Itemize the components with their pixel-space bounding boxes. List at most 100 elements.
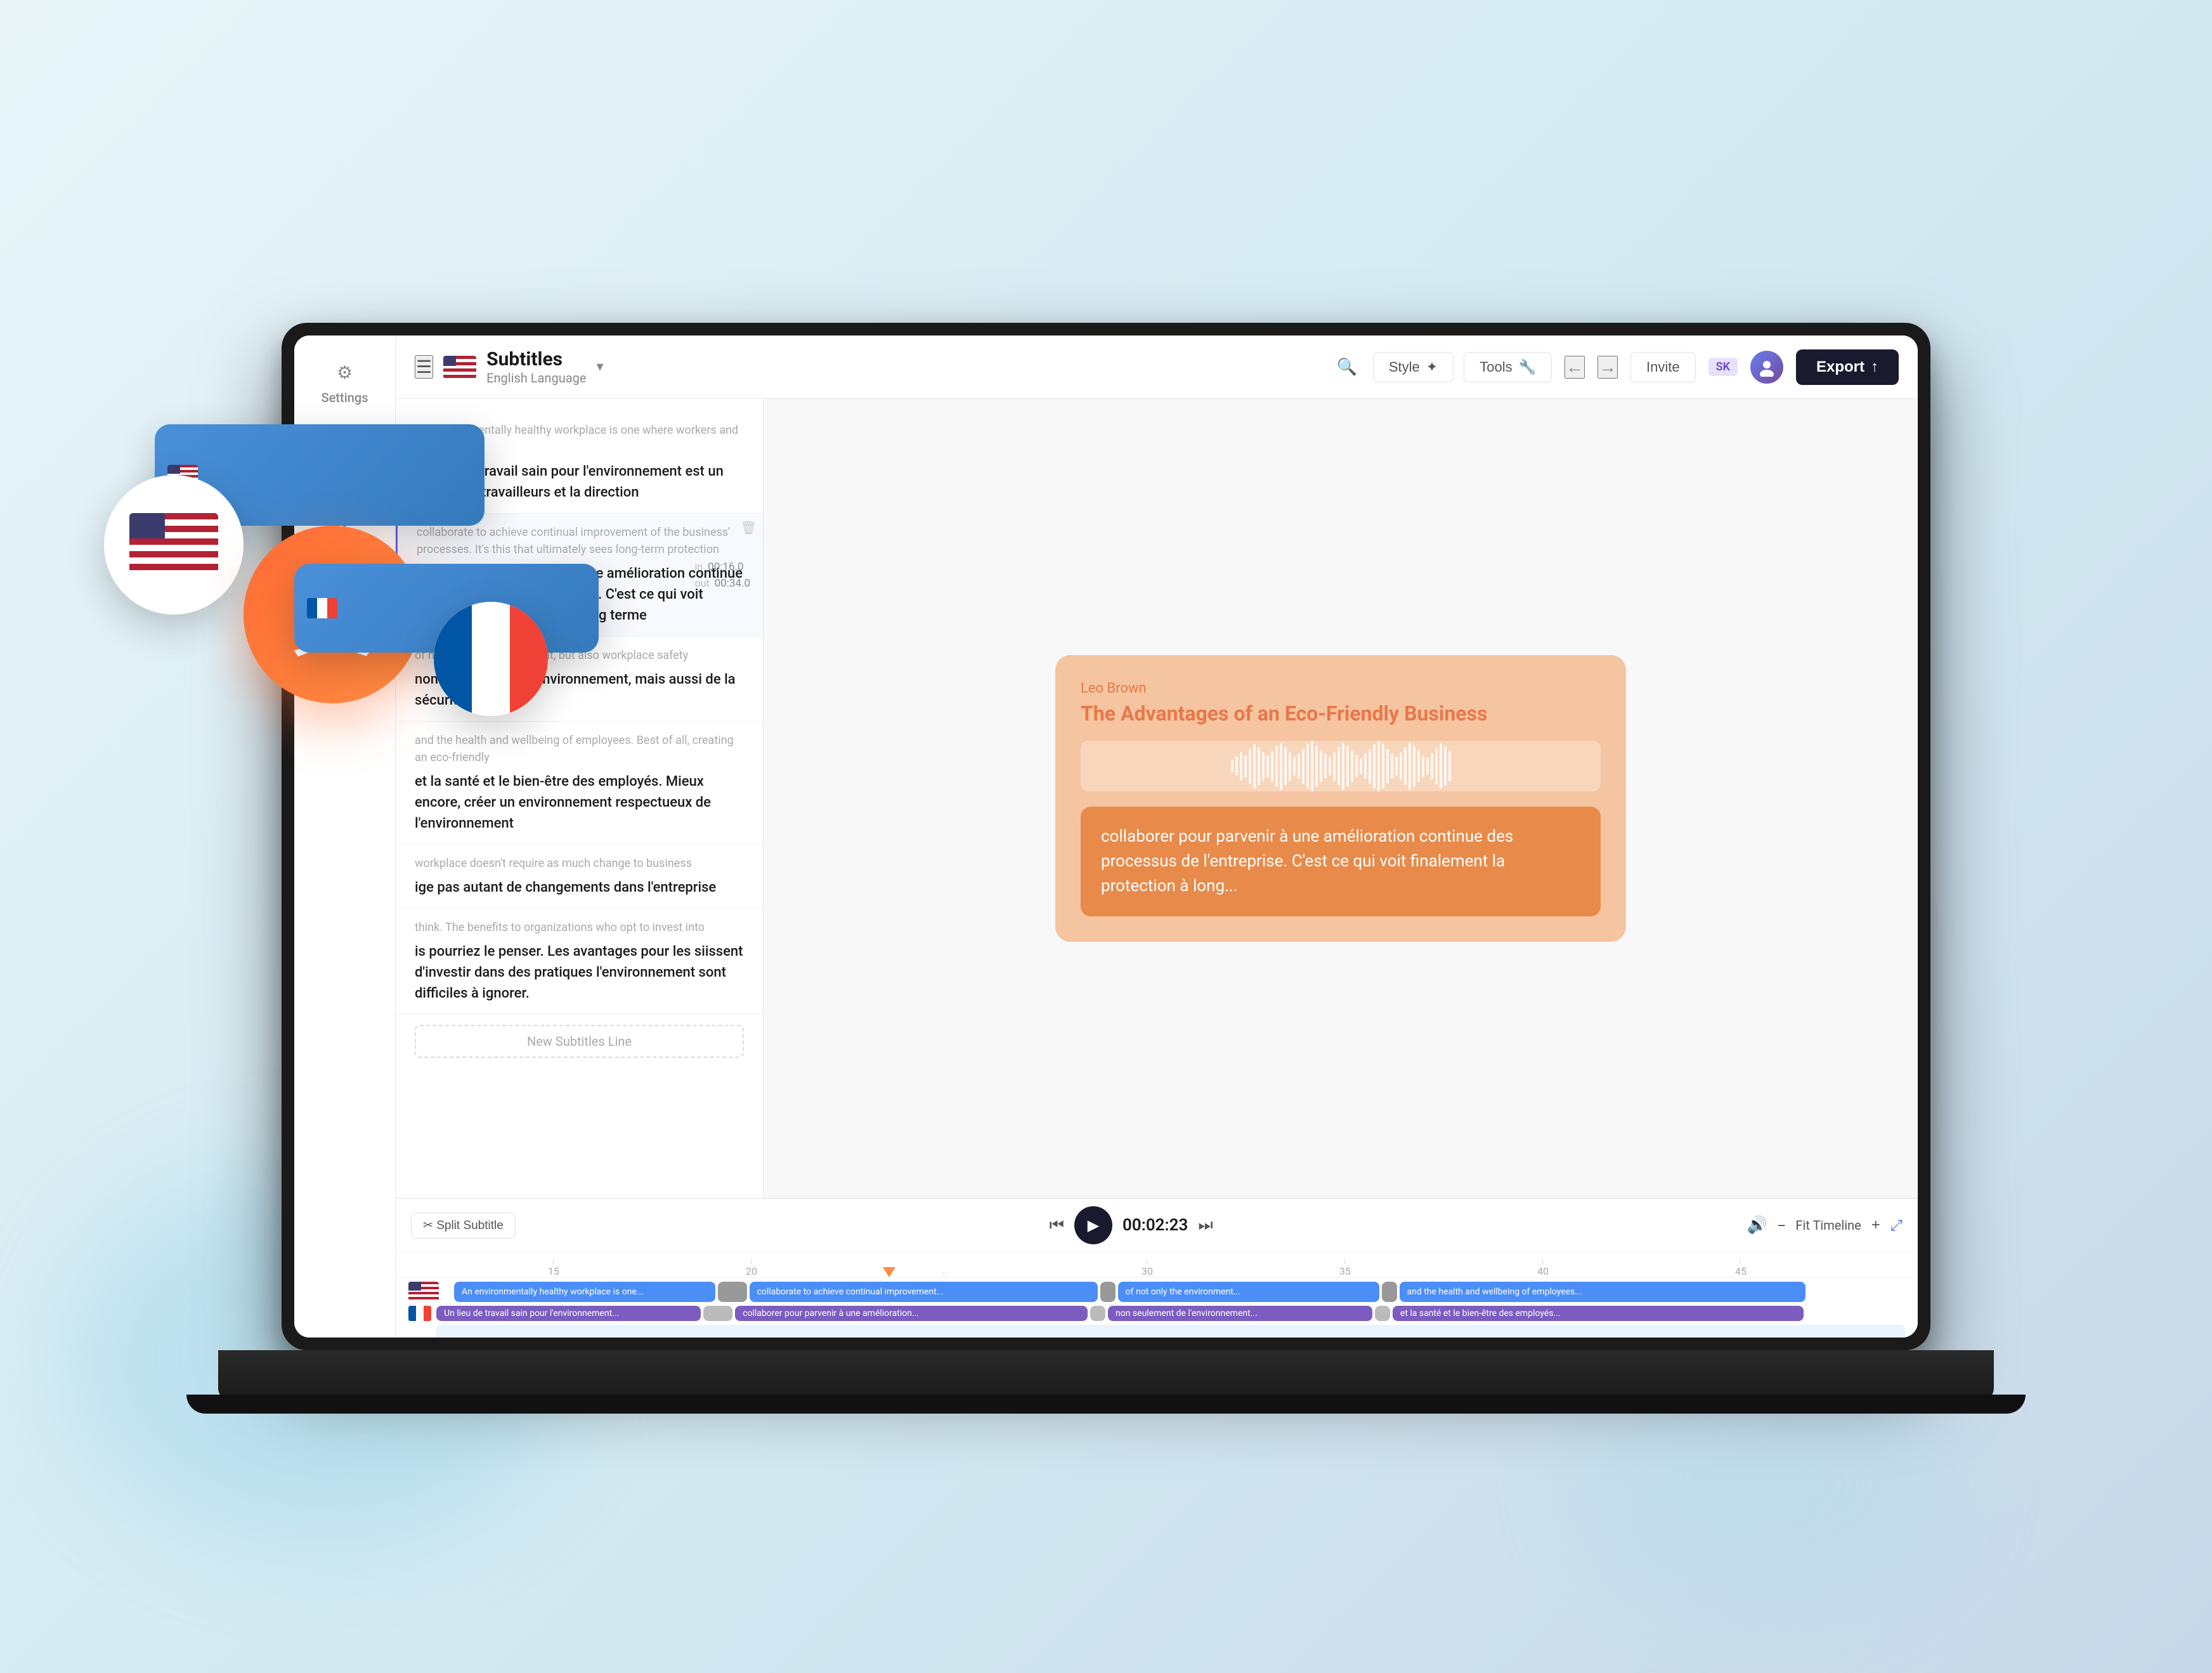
language-flag	[443, 356, 476, 379]
subtitle-original-4: and the health and wellbeing of employee…	[415, 732, 744, 766]
ruler-marker-20: 20	[746, 1259, 757, 1277]
subtitle-text-display: collaborer pour parvenir à une améliorat…	[1081, 807, 1601, 916]
audio-author: Leo Brown	[1081, 680, 1601, 696]
app-subtitle: English Language	[486, 370, 586, 386]
chip-text-en-4: and the health and wellbeing of employee…	[1407, 1287, 1582, 1297]
main-content: ☰ Subtitles English Language ▾ 🔍 Style	[396, 335, 1918, 1338]
waveform: // Generate waveform bars inline const h…	[1081, 741, 1601, 791]
flag-bubble-fr	[434, 602, 548, 716]
chip-text-fr-4: et la santé et le bien-être des employés…	[1400, 1308, 1561, 1318]
laptop-base-bottom	[186, 1395, 2026, 1414]
subtitle-text-content: collaborer pour parvenir à une améliorat…	[1101, 827, 1513, 895]
skip-back-button[interactable]: ⏮	[1050, 1215, 1064, 1235]
wave-card-waveform: const wh2 = [8,12,18,24,20,16,12,8,10,16…	[208, 456, 462, 494]
app-title: Subtitles	[486, 348, 586, 370]
track-chip-fr-3[interactable]: non seulement de l'environnement...	[1108, 1306, 1372, 1321]
chip-text-en-3: of not only the environment...	[1126, 1287, 1240, 1297]
subtitle-original-5: workplace doesn't require as much change…	[415, 855, 744, 872]
menu-button[interactable]: ☰	[415, 355, 433, 379]
audio-title: The Advantages of an Eco-Friendly Busine…	[1081, 701, 1601, 726]
header-left: ☰ Subtitles English Language ▾ 🔍 Style	[415, 348, 1552, 386]
style-button[interactable]: Style ✦	[1373, 352, 1454, 382]
title-dropdown-icon[interactable]: ▾	[596, 359, 603, 375]
track-chip-fr-2[interactable]: collaborer pour parvenir à une améliorat…	[735, 1306, 1088, 1321]
track-chip-fr-1[interactable]: Un lieu de travail sain pour l'environne…	[436, 1306, 701, 1321]
subtitle-translated-4: et la santé et le bien-être des employés…	[415, 771, 744, 834]
export-button[interactable]: Export ↑	[1796, 349, 1899, 385]
play-button[interactable]: ▶	[1074, 1206, 1112, 1244]
style-icon: ✦	[1426, 359, 1438, 375]
ruler-marker-15: 15	[548, 1259, 559, 1277]
chip-text-fr-3: non seulement de l'environnement...	[1116, 1308, 1258, 1318]
track-chip-fr-4[interactable]: et la santé et le bien-être des employés…	[1393, 1306, 1804, 1321]
ruler-marker-40: 40	[1537, 1259, 1549, 1277]
ruler-marker-35: 35	[1339, 1259, 1351, 1277]
expand-icon[interactable]: ⤢	[1890, 1216, 1903, 1234]
tools-button[interactable]: Tools 🔧	[1464, 352, 1552, 382]
right-panel: Leo Brown The Advantages of an Eco-Frien…	[764, 399, 1918, 1198]
volume-icon[interactable]: 🔊	[1747, 1216, 1767, 1235]
waveform-container: // Generate waveform bars inline const h…	[1081, 741, 1601, 791]
subtitle-original-6: think. The benefits to organizations who…	[415, 919, 744, 936]
invite-button[interactable]: Invite	[1630, 352, 1696, 382]
ruler-marker-45: 45	[1735, 1259, 1747, 1277]
tools-label: Tools	[1480, 359, 1512, 375]
user-badge: SK	[1708, 358, 1738, 376]
time-in: 00:16.0	[708, 561, 743, 573]
chip-text-fr-1: Un lieu de travail sain pour l'environne…	[444, 1308, 619, 1318]
nav-forward-button[interactable]: →	[1597, 356, 1618, 379]
track-flag-english	[408, 1282, 439, 1302]
delete-icon[interactable]: 🗑	[741, 520, 757, 535]
timeline-controls: ✂ Split Subtitle ⏮ ▶ 00:02:23 ⏭ 🔊	[396, 1199, 1918, 1253]
header-title-group: Subtitles English Language	[486, 348, 586, 386]
timeline-section: ✂ Split Subtitle ⏮ ▶ 00:02:23 ⏭ 🔊	[396, 1198, 1918, 1338]
chip-text-en-2: collaborate to achieve continual improve…	[757, 1287, 944, 1297]
track-chip-en-2[interactable]: collaborate to achieve continual improve…	[750, 1282, 1098, 1302]
ruler-marker-30: 30	[1142, 1259, 1153, 1277]
timeline-tracks: An environmentally healthy workplace is …	[396, 1278, 1918, 1338]
sidebar-label-settings: Settings	[321, 390, 368, 405]
track-row-french: Un lieu de travail sain pour l'environne…	[408, 1306, 1905, 1321]
track-content-french: Un lieu de travail sain pour l'environne…	[436, 1306, 1905, 1321]
export-icon: ↑	[1871, 358, 1878, 376]
avatar	[1750, 351, 1783, 384]
track-content-english: An environmentally healthy workplace is …	[454, 1282, 1905, 1302]
zoom-in-button[interactable]: +	[1871, 1216, 1880, 1234]
chip-text-en-1: An environmentally healthy workplace is …	[462, 1287, 644, 1297]
add-subtitle-button[interactable]: New Subtitles Line	[415, 1025, 744, 1058]
waveform-svg: const wh = [5,8,12,16,20,18,14,10,8,12,1…	[436, 1329, 1905, 1338]
track-row-waveform: const wh = [5,8,12,16,20,18,14,10,8,12,1…	[408, 1325, 1905, 1338]
header: ☰ Subtitles English Language ▾ 🔍 Style	[396, 335, 1918, 399]
split-icon: ✂	[423, 1219, 433, 1232]
header-right: ← → Invite SK Export ↑	[1565, 349, 1899, 385]
split-subtitle-button[interactable]: ✂ Split Subtitle	[411, 1213, 516, 1239]
flag-bubble-us	[104, 475, 244, 615]
subtitle-block-6[interactable]: think. The benefits to organizations who…	[396, 909, 763, 1015]
subtitle-original-2: collaborate to achieve continual improve…	[417, 524, 744, 558]
nav-back-button[interactable]: ←	[1565, 356, 1585, 379]
timing-display: in 00:16.0 out 00:34.0	[694, 561, 750, 590]
track-flag-french	[408, 1306, 431, 1321]
track-row-english: An environmentally healthy workplace is …	[408, 1282, 1905, 1302]
skip-forward-button[interactable]: ⏭	[1198, 1215, 1213, 1235]
track-chip-en-4[interactable]: and the health and wellbeing of employee…	[1400, 1282, 1806, 1302]
waveform-track: const wh = [5,8,12,16,20,18,14,10,8,12,1…	[436, 1325, 1905, 1338]
time-out: 00:34.0	[715, 577, 750, 590]
track-chip-en-1[interactable]: An environmentally healthy workplace is …	[454, 1282, 715, 1302]
track-chip-en-3[interactable]: of not only the environment...	[1118, 1282, 1379, 1302]
settings-icon: ⚙	[331, 358, 359, 386]
subtitle-block-5[interactable]: workplace doesn't require as much change…	[396, 845, 763, 909]
fit-timeline-label: Fit Timeline	[1795, 1218, 1861, 1233]
subtitle-block-4[interactable]: and the health and wellbeing of employee…	[396, 722, 763, 845]
search-button[interactable]: 🔍	[1331, 351, 1363, 383]
sidebar-item-settings[interactable]: ⚙ Settings	[294, 348, 395, 415]
time-display: 00:02:23	[1122, 1216, 1188, 1235]
export-label: Export	[1816, 358, 1864, 376]
subtitle-translated-6: is pourriez le penser. Les avantages pou…	[415, 941, 744, 1004]
tools-icon: 🔧	[1519, 359, 1536, 375]
subtitle-translated-5: ige pas autant de changements dans l'ent…	[415, 877, 744, 898]
style-label: Style	[1389, 359, 1420, 375]
chip-text-fr-2: collaborer pour parvenir à une améliorat…	[743, 1308, 919, 1318]
right-controls: 🔊 — Fit Timeline + ⤢	[1747, 1216, 1903, 1235]
audio-card: Leo Brown The Advantages of an Eco-Frien…	[1055, 655, 1626, 942]
